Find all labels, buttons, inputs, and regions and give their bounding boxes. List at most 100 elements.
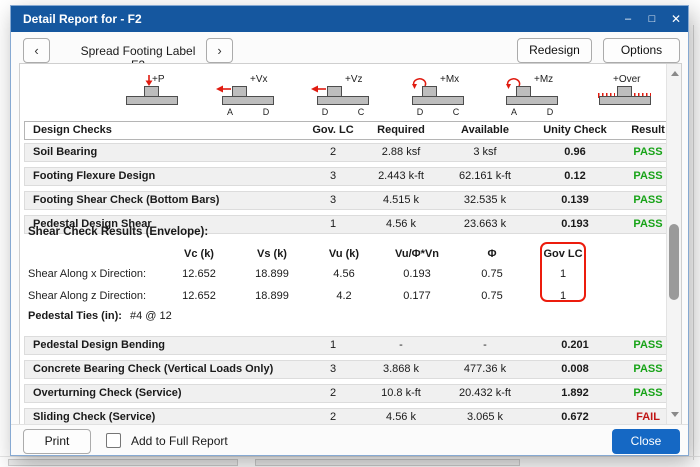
result-cell: FAIL	[626, 411, 670, 423]
sub-column-header: Vu/Φ*Vn	[387, 248, 447, 260]
available-cell: 20.432 k-ft	[435, 387, 535, 399]
scrollbar-thumb[interactable]	[669, 224, 679, 300]
detail-report-dialog: Detail Report for - F2 – □ ✕ ‹ Spread Fo…	[10, 5, 689, 456]
phi-cell: 0.75	[462, 290, 522, 302]
vc-cell: 12.652	[169, 268, 229, 280]
close-button[interactable]: Close	[612, 429, 680, 454]
background-window-edge	[0, 456, 700, 457]
unity-check-cell: 1.892	[535, 387, 615, 399]
icon-label: +Vz	[345, 74, 363, 85]
down-arrow-icon	[145, 75, 153, 86]
check-name: Sliding Check (Service)	[33, 411, 155, 423]
background-window-edge	[693, 25, 694, 460]
vs-cell: 18.899	[242, 290, 302, 302]
footing-shape	[126, 96, 178, 105]
shear-row-label: Shear Along z Direction:	[28, 290, 146, 302]
result-cell: PASS	[626, 339, 670, 351]
phi-cell: 0.75	[462, 268, 522, 280]
report-panel: +P +Vx A D +Vz D C +Mx	[19, 63, 682, 425]
corner-label: C	[355, 107, 367, 117]
footing-shape	[222, 96, 274, 105]
check-name: Soil Bearing	[33, 146, 97, 158]
sub-column-header: Vu (k)	[314, 248, 374, 260]
overturning-load-icon: +Over	[585, 74, 665, 120]
add-to-report-checkbox[interactable]	[106, 433, 121, 448]
moment-x-load-icon: +Mx D C	[398, 74, 478, 120]
scroll-up-icon[interactable]	[671, 71, 679, 76]
title-bar: Detail Report for - F2 – □ ✕	[11, 6, 688, 32]
table-row: Footing Shear Check (Bottom Bars) 3 4.51…	[24, 191, 670, 210]
background-window-fragment	[8, 459, 238, 466]
print-button[interactable]: Print	[23, 429, 91, 454]
previous-footing-button[interactable]: ‹	[23, 38, 50, 63]
vu-cell: 4.56	[314, 268, 374, 280]
table-row: Sliding Check (Service) 2 4.56 k 3.065 k…	[24, 408, 670, 425]
corner-label: D	[544, 107, 556, 117]
shear-z-load-icon: +Vz D C	[303, 74, 383, 120]
background-window-fragment	[255, 459, 520, 466]
check-name: Pedestal Design Bending	[33, 339, 165, 351]
window-title: Detail Report for - F2	[11, 12, 142, 26]
next-footing-button[interactable]: ›	[206, 38, 233, 63]
check-name: Concrete Bearing Check (Vertical Loads O…	[33, 363, 273, 375]
corner-label: C	[450, 107, 462, 117]
minimize-icon[interactable]: –	[616, 6, 640, 32]
design-checks-header-row: Design Checks Gov. LC Required Available…	[24, 121, 670, 140]
available-cell: 477.36 k	[435, 363, 535, 375]
maximize-icon[interactable]: □	[640, 6, 664, 32]
check-name: Footing Flexure Design	[33, 170, 155, 182]
shear-x-load-icon: +Vx A D	[208, 74, 288, 120]
corner-label: A	[224, 107, 236, 117]
axial-load-icon: +P	[112, 74, 192, 120]
column-header: Unity Check	[535, 124, 615, 136]
unity-check-cell: 0.139	[535, 194, 615, 206]
left-arrow-icon	[216, 85, 231, 93]
gov-lc-highlight-box	[540, 242, 586, 302]
vs-cell: 18.899	[242, 268, 302, 280]
shear-section-title: Shear Check Results (Envelope):	[28, 226, 208, 238]
options-button[interactable]: Options	[603, 38, 680, 63]
icon-label: +Vx	[250, 74, 268, 85]
table-row: Pedestal Design Bending 1 - - 0.201 PASS	[24, 336, 670, 355]
add-to-report-label: Add to Full Report	[131, 434, 228, 448]
unity-check-cell: 0.193	[535, 218, 615, 230]
available-cell: -	[435, 339, 535, 351]
result-cell: PASS	[626, 146, 670, 158]
corner-label: D	[319, 107, 331, 117]
table-row: Concrete Bearing Check (Vertical Loads O…	[24, 360, 670, 379]
unity-check-cell: 0.008	[535, 363, 615, 375]
table-row: Footing Flexure Design 3 2.443 k-ft 62.1…	[24, 167, 670, 186]
column-header: Available	[435, 124, 535, 136]
sub-column-header: Vc (k)	[169, 248, 229, 260]
footing-shape	[506, 96, 558, 105]
footing-shape	[317, 96, 369, 105]
window-controls: – □ ✕	[616, 6, 688, 32]
available-cell: 32.535 k	[435, 194, 535, 206]
result-cell: PASS	[626, 363, 670, 375]
table-row: Overturning Check (Service) 2 10.8 k-ft …	[24, 384, 670, 403]
unity-check-cell: 0.201	[535, 339, 615, 351]
sub-column-header: Vs (k)	[242, 248, 302, 260]
column-header: Design Checks	[33, 124, 112, 136]
check-name: Overturning Check (Service)	[33, 387, 182, 399]
sub-column-header: Φ	[462, 248, 522, 260]
available-cell: 3 ksf	[435, 146, 535, 158]
scroll-down-icon[interactable]	[671, 412, 679, 417]
table-row: Soil Bearing 2 2.88 ksf 3 ksf 0.96 PASS	[24, 143, 670, 162]
available-cell: 3.065 k	[435, 411, 535, 423]
result-cell: PASS	[626, 387, 670, 399]
vu-cell: 4.2	[314, 290, 374, 302]
ratio-cell: 0.193	[387, 268, 447, 280]
close-icon[interactable]: ✕	[664, 6, 688, 32]
vertical-scrollbar[interactable]	[666, 64, 681, 424]
icon-label: +Mx	[440, 74, 459, 85]
redesign-button[interactable]: Redesign	[517, 38, 592, 63]
column-header: Result	[626, 124, 670, 136]
check-name: Footing Shear Check (Bottom Bars)	[33, 194, 219, 206]
unity-check-cell: 0.12	[535, 170, 615, 182]
icon-label: +P	[152, 74, 165, 85]
vc-cell: 12.652	[169, 290, 229, 302]
unity-check-cell: 0.672	[535, 411, 615, 423]
left-arrow-icon	[311, 85, 326, 93]
corner-label: D	[414, 107, 426, 117]
